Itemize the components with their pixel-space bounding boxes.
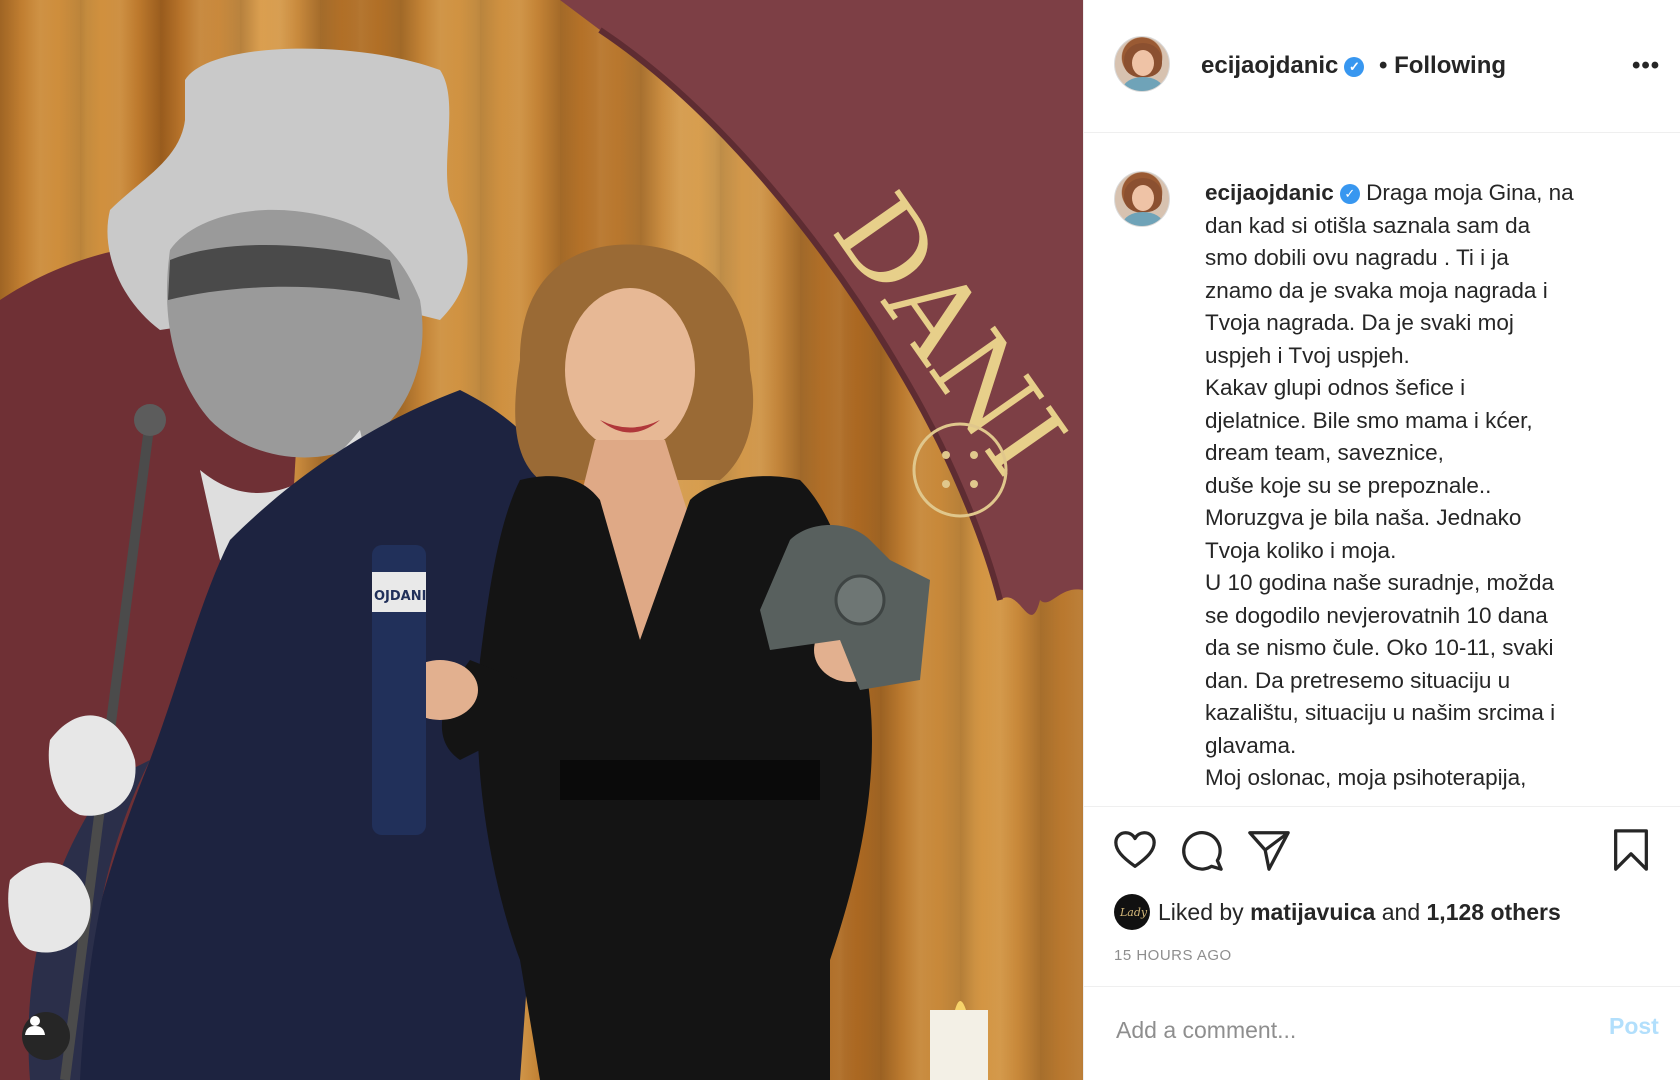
caption-line: djelatnice. Bile smo mama i kćer, <box>1205 407 1533 433</box>
liked-by-prefix: Liked by <box>1158 898 1251 925</box>
caption-line: smo dobili ovu nagradu . Ti i ja <box>1205 245 1509 270</box>
share-icon[interactable] <box>1246 827 1292 873</box>
author-username[interactable]: ecijaojdanic ✓ <box>1201 52 1365 80</box>
caption-line: Kakav glupi odnos šefice i <box>1205 375 1466 400</box>
caption-line-text: Draga moja Gina, na <box>1366 180 1574 205</box>
caption-line: dan kad si otišla saznala sam da <box>1205 212 1531 238</box>
likes-count[interactable]: 1,128 others <box>1427 899 1561 925</box>
author-username-text[interactable]: ecijaojdanic <box>1201 52 1338 79</box>
comment-bar: Post <box>1084 986 1680 1081</box>
verified-badge-icon: ✓ <box>1344 57 1365 77</box>
caption-text: ecijaojdanic ✓ Draga moja Gina, na dan ka… <box>1205 177 1625 795</box>
liked-by-joiner: and <box>1375 898 1427 925</box>
bookmark-icon[interactable] <box>1608 827 1654 873</box>
post-actions: Lady Liked by matijavuica and 1,128 othe… <box>1084 806 1680 987</box>
candle <box>930 1010 988 1080</box>
caption-section: ecijaojdanic ✓ Draga moja Gina, na dan ka… <box>1084 133 1680 805</box>
caption-line: ecijaojdanic ✓ Draga moja Gina, na <box>1205 177 1625 210</box>
woman-face <box>565 288 695 452</box>
comment-icon[interactable] <box>1179 827 1225 873</box>
caption-line: Tvoja koliko i moja. <box>1205 537 1397 563</box>
more-options-icon[interactable]: ••• <box>1632 52 1660 80</box>
caption-line: glavama. <box>1205 732 1297 758</box>
post-photo[interactable]: DANI OJDANI <box>0 0 1083 1080</box>
liked-by-text: Liked by matijavuica and 1,128 others <box>1158 899 1561 926</box>
post-comment-button[interactable]: Post <box>1609 1013 1659 1040</box>
heart-icon[interactable] <box>1112 827 1158 873</box>
person-icon <box>25 1016 45 1035</box>
caption-line: U 10 godina naše suradnje, možda <box>1205 570 1554 595</box>
liker-avatar-text: Lady <box>1120 906 1148 919</box>
caption-line: kazalištu, situaciju u našim srcima i <box>1205 700 1556 725</box>
caption-line: Moj oslonac, moja psihoterapija, <box>1205 765 1527 790</box>
caption-line: dream team, saveznice, <box>1205 440 1444 465</box>
caption-line: uspjeh i Tvoj uspjeh. <box>1205 342 1410 368</box>
likes-summary: Lady Liked by matijavuica and 1,128 othe… <box>1114 890 1561 934</box>
caption-line: Moruzgva je bila naša. Jednako <box>1205 505 1522 530</box>
following-status[interactable]: • Following <box>1379 52 1506 80</box>
post-side-panel: ecijaojdanic ✓ • Following ••• ecijaojdan… <box>1083 0 1680 1080</box>
post-timestamp[interactable]: 15 HOURS AGO <box>1114 947 1232 964</box>
scroll-label: OJDANI <box>374 589 426 604</box>
caption-line: se dogodilo nevjerovatnih 10 dana <box>1205 602 1548 628</box>
user-profile-icon[interactable] <box>22 1012 70 1060</box>
caption-username[interactable]: ecijaojdanic <box>1205 180 1334 205</box>
caption-line: znamo da je svaka moja nagrada i <box>1205 277 1548 303</box>
photo-scene: DANI OJDANI <box>0 0 1083 1080</box>
verified-badge-icon: ✓ <box>1339 184 1360 204</box>
caption-line: Tvoja nagrada. Da je svaki moj <box>1205 310 1514 335</box>
author-avatar[interactable] <box>1114 36 1170 92</box>
caption-line: da se nismo čule. Oko 10-11, svaki <box>1205 635 1554 660</box>
caption-author-avatar[interactable] <box>1114 171 1170 227</box>
liker-username[interactable]: matijavuica <box>1250 899 1375 925</box>
comment-input[interactable] <box>1114 1009 1558 1051</box>
post-header: ecijaojdanic ✓ • Following ••• <box>1084 0 1680 133</box>
caption-line: duše koje su se prepoznale.. <box>1205 472 1492 498</box>
liker-avatar[interactable]: Lady <box>1114 894 1150 930</box>
caption-line: dan. Da pretresemo situaciju u <box>1205 667 1511 693</box>
